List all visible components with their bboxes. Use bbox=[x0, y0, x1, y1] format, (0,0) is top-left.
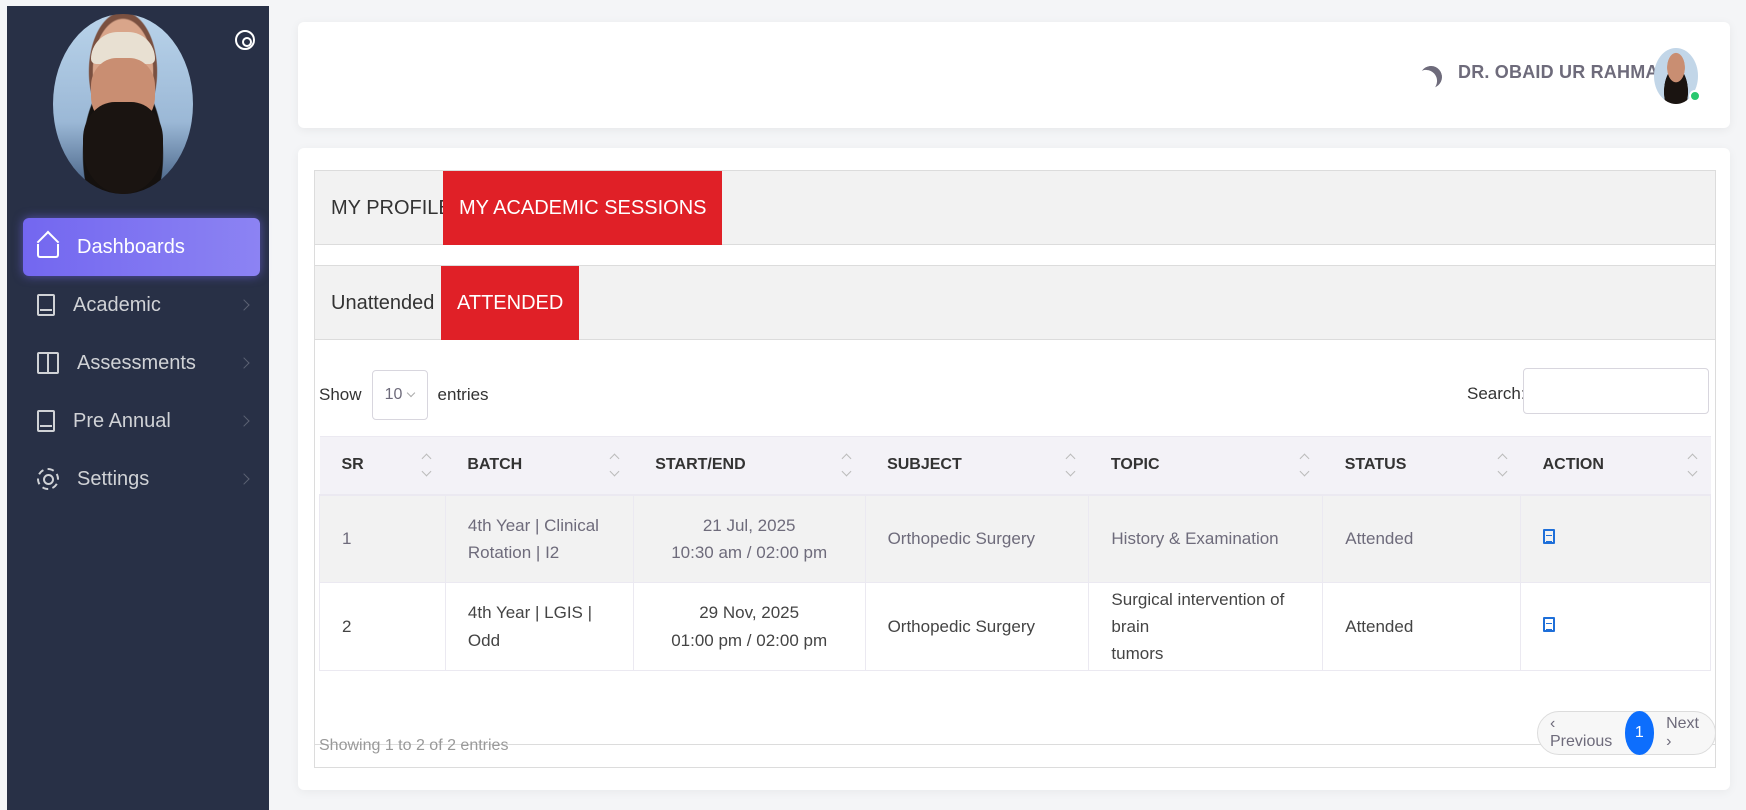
entries-control: Show 10 entries bbox=[319, 370, 489, 420]
col-header-start-end[interactable]: START/END bbox=[633, 436, 866, 496]
search-label: Search: bbox=[1467, 384, 1526, 403]
gear-icon bbox=[37, 468, 59, 490]
cell-start-end: 29 Nov, 2025 01:00 pm / 02:00 pm bbox=[633, 582, 866, 671]
table-info: Showing 1 to 2 of 2 entries bbox=[319, 737, 509, 754]
sort-icon bbox=[1299, 453, 1309, 477]
cell-batch: 4th Year | Clinical Rotation | I2 bbox=[445, 494, 634, 583]
sessions-table: SR BATCH START/END SUBJECT TOPIC STATUS … bbox=[319, 436, 1711, 671]
cell-sr: 1 bbox=[319, 494, 446, 583]
sidebar-item-academic[interactable]: Academic bbox=[23, 276, 260, 334]
primary-tabbar: MY PROFILE MY ACADEMIC SESSIONS bbox=[315, 171, 1715, 245]
col-header-action[interactable]: ACTION bbox=[1520, 436, 1711, 496]
online-status-dot bbox=[1689, 90, 1701, 102]
cell-topic: History & Examination bbox=[1088, 494, 1324, 583]
open-book-icon bbox=[37, 352, 59, 374]
dark-mode-moon-icon[interactable] bbox=[1417, 63, 1445, 91]
home-icon bbox=[37, 244, 59, 258]
cell-sr: 2 bbox=[319, 582, 446, 671]
cell-subject: Orthopedic Surgery bbox=[865, 494, 1090, 583]
tab-attended[interactable]: ATTENDED bbox=[441, 266, 580, 340]
sidebar-item-label: Pre Annual bbox=[73, 409, 171, 432]
col-header-batch[interactable]: BATCH bbox=[445, 436, 634, 496]
cell-action bbox=[1520, 494, 1711, 583]
tabs-panel: MY PROFILE MY ACADEMIC SESSIONS Unattend… bbox=[314, 170, 1717, 768]
page-1-button[interactable]: 1 bbox=[1624, 711, 1655, 755]
sidebar-item-pre-annual[interactable]: Pre Annual bbox=[23, 392, 260, 450]
previous-button[interactable]: ‹ Previous bbox=[1538, 715, 1625, 751]
book-icon bbox=[37, 410, 55, 432]
next-button[interactable]: Next › bbox=[1654, 715, 1715, 751]
sort-icon bbox=[609, 453, 619, 477]
sidebar-item-label: Dashboards bbox=[77, 235, 185, 258]
col-header-topic[interactable]: TOPIC bbox=[1088, 436, 1323, 496]
sidebar-pin-icon[interactable] bbox=[235, 30, 255, 50]
sidebar-item-settings[interactable]: Settings bbox=[23, 450, 260, 508]
sort-icon bbox=[1065, 453, 1075, 477]
tab-unattended[interactable]: Unattended bbox=[315, 266, 450, 340]
chevron-right-icon bbox=[238, 415, 250, 427]
document-icon[interactable] bbox=[1543, 529, 1556, 545]
cell-batch: 4th Year | LGIS | Odd bbox=[445, 582, 634, 671]
tab-my-academic-sessions[interactable]: MY ACADEMIC SESSIONS bbox=[443, 171, 723, 245]
cell-start-end: 21 Jul, 2025 10:30 am / 02:00 pm bbox=[633, 494, 866, 583]
search-input[interactable] bbox=[1523, 368, 1709, 414]
cell-status: Attended bbox=[1322, 582, 1522, 671]
sidebar-item-label: Academic bbox=[73, 293, 161, 316]
sidebar: Dashboards Academic Assessments Pre Annu… bbox=[7, 6, 269, 810]
sidebar-item-label: Assessments bbox=[77, 351, 196, 374]
col-header-sr[interactable]: SR bbox=[319, 436, 446, 496]
cell-status: Attended bbox=[1322, 494, 1522, 583]
book-icon bbox=[37, 294, 55, 316]
chevron-down-icon bbox=[407, 388, 416, 398]
entries-label: entries bbox=[437, 385, 489, 404]
sidebar-item-label: Settings bbox=[77, 467, 150, 490]
pagination: ‹ Previous 1 Next › bbox=[1537, 711, 1717, 755]
chevron-right-icon bbox=[238, 357, 250, 369]
top-header: DR. OBAID UR RAHMAN bbox=[298, 22, 1730, 128]
col-header-status[interactable]: STATUS bbox=[1322, 436, 1521, 496]
sidebar-item-dashboards[interactable]: Dashboards bbox=[23, 218, 260, 276]
main-card: MY PROFILE MY ACADEMIC SESSIONS Unattend… bbox=[298, 148, 1730, 790]
table-row: 1 4th Year | Clinical Rotation | I2 21 Ju… bbox=[319, 494, 1711, 583]
profile-avatar bbox=[53, 14, 193, 194]
sidebar-nav: Dashboards Academic Assessments Pre Annu… bbox=[23, 218, 260, 508]
col-header-subject[interactable]: SUBJECT bbox=[865, 436, 1089, 496]
chevron-right-icon bbox=[238, 299, 250, 311]
cell-action bbox=[1520, 582, 1711, 671]
cell-subject: Orthopedic Surgery bbox=[865, 582, 1090, 671]
sessions-panel: Unattended ATTENDED Show 10 entries Sear… bbox=[315, 265, 1715, 745]
cell-topic: Surgical intervention of brain tumors bbox=[1088, 582, 1324, 671]
sort-icon bbox=[1497, 453, 1507, 477]
secondary-tabbar: Unattended ATTENDED bbox=[315, 266, 1715, 340]
chevron-right-icon bbox=[238, 473, 250, 485]
user-name[interactable]: DR. OBAID UR RAHMAN bbox=[1458, 62, 1672, 83]
sort-icon bbox=[421, 453, 431, 477]
entries-value: 10 bbox=[384, 386, 403, 403]
sort-icon bbox=[841, 453, 851, 477]
show-label: Show bbox=[319, 385, 362, 404]
table-row: 2 4th Year | LGIS | Odd 29 Nov, 2025 01:0… bbox=[319, 582, 1711, 671]
sort-icon bbox=[1687, 453, 1697, 477]
sidebar-item-assessments[interactable]: Assessments bbox=[23, 334, 260, 392]
entries-select[interactable]: 10 bbox=[371, 370, 428, 420]
document-icon[interactable] bbox=[1543, 616, 1556, 632]
